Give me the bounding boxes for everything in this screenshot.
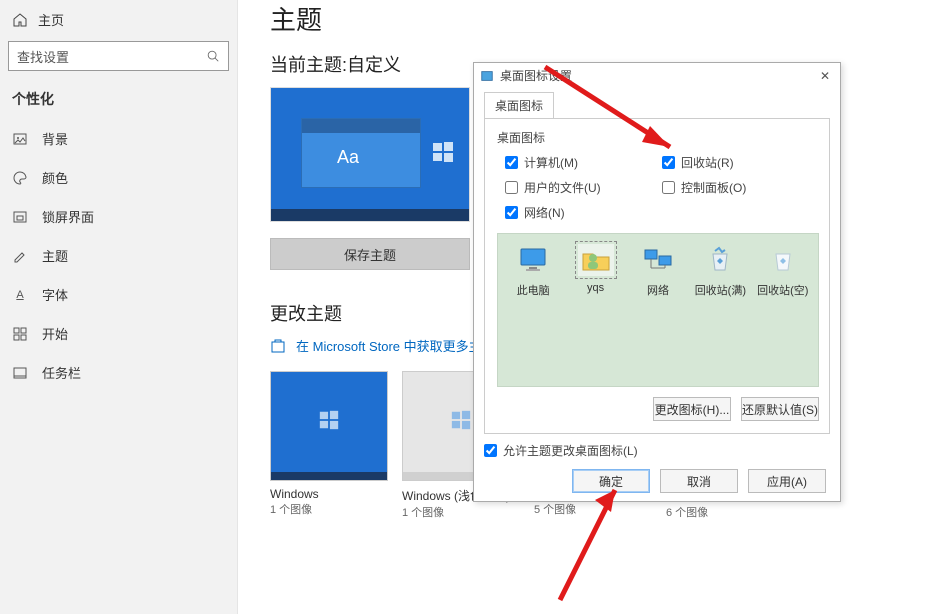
sidebar-item-label: 任务栏 [42, 363, 81, 382]
network-icon [640, 244, 676, 276]
icon-network[interactable]: 网络 [630, 244, 686, 298]
checkbox-computer[interactable]: 计算机(M) [505, 154, 662, 171]
checkbox-label: 网络(N) [524, 204, 565, 221]
icon-preview-area: 此电脑 yqs 网络 回收站(满) 回收站(空) [497, 233, 819, 387]
theme-info: 1 个图像 [270, 501, 388, 517]
theme-info: 6 个图像 [666, 504, 784, 520]
sidebar-item-label: 开始 [42, 324, 68, 343]
font-icon: A [12, 287, 28, 303]
page-title: 主题 [270, 0, 919, 37]
tab-desktop-icons[interactable]: 桌面图标 [484, 92, 554, 118]
icon-user-folder[interactable]: yqs [568, 244, 624, 294]
checkbox-network[interactable]: 网络(N) [505, 204, 662, 221]
home-icon [12, 12, 28, 28]
sidebar-item-label: 主题 [42, 246, 68, 265]
sidebar-item-font[interactable]: A 字体 [0, 275, 237, 314]
theme-name: Windows [270, 487, 388, 501]
icon-recyclebin-empty[interactable]: 回收站(空) [755, 244, 811, 298]
save-theme-label: 保存主题 [344, 245, 396, 264]
start-icon [12, 326, 28, 342]
change-icon-button[interactable]: 更改图标(H)... [653, 397, 731, 421]
sidebar-item-color[interactable]: 颜色 [0, 158, 237, 197]
icon-recyclebin-full[interactable]: 回收站(满) [692, 244, 748, 298]
windows-logo-icon [450, 409, 472, 431]
dialog-icon [480, 69, 494, 83]
store-icon [270, 338, 286, 354]
checkbox-label: 回收站(R) [681, 154, 734, 171]
checkbox-label: 用户的文件(U) [524, 179, 601, 196]
dialog-title: 桌面图标设置 [500, 67, 572, 84]
sidebar-item-background[interactable]: 背景 [0, 119, 237, 158]
checkbox-userfiles[interactable]: 用户的文件(U) [505, 179, 662, 196]
checkbox-controlpanel[interactable]: 控制面板(O) [662, 179, 819, 196]
recyclebin-full-icon [702, 244, 738, 276]
sidebar-item-taskbar[interactable]: 任务栏 [0, 353, 237, 392]
sidebar-item-theme[interactable]: 主题 [0, 236, 237, 275]
dialog-body: 桌面图标 计算机(M) 回收站(R) 用户的文件(U) 控制面板(O) 网络(N… [484, 118, 830, 434]
font-sample-icon: Aa [337, 147, 359, 168]
sidebar-item-label: 字体 [42, 285, 68, 304]
restore-defaults-button[interactable]: 还原默认值(S) [741, 397, 819, 421]
apply-button[interactable]: 应用(A) [748, 469, 826, 493]
group-label: 桌面图标 [497, 129, 819, 146]
sidebar-item-label: 背景 [42, 129, 68, 148]
sidebar-item-label: 锁屏界面 [42, 207, 94, 226]
allow-checkbox-input[interactable] [484, 444, 497, 457]
settings-sidebar: 主页 查找设置 个性化 背景 颜色 锁屏界面 主题 A 字体 开始 任务栏 [0, 0, 238, 614]
windows-logo-icon [431, 140, 455, 164]
brush-icon [12, 248, 28, 264]
palette-icon [12, 170, 28, 186]
dialog-titlebar: 桌面图标设置 ✕ [474, 63, 840, 86]
taskbar-icon [12, 365, 28, 381]
cancel-button[interactable]: 取消 [660, 469, 738, 493]
icon-this-pc[interactable]: 此电脑 [505, 244, 561, 298]
close-icon[interactable]: ✕ [816, 69, 834, 83]
theme-card-windows[interactable]: Windows 1 个图像 [270, 371, 388, 520]
current-theme-preview[interactable]: Aa [270, 87, 470, 222]
theme-info: 5 个图像 [534, 501, 652, 517]
search-placeholder: 查找设置 [17, 47, 69, 66]
search-icon [206, 49, 220, 63]
icon-label: 此电脑 [517, 282, 550, 298]
allow-theme-change-checkbox[interactable]: 允许主题更改桌面图标(L) [484, 442, 830, 459]
icon-label: 回收站(满) [695, 282, 746, 298]
store-link-label: 在 Microsoft Store 中获取更多主题 [296, 336, 495, 355]
sidebar-item-lockscreen[interactable]: 锁屏界面 [0, 197, 237, 236]
windows-logo-icon [318, 409, 340, 431]
icon-label: 网络 [647, 282, 669, 298]
user-folder-icon [578, 244, 614, 276]
checkbox-recyclebin[interactable]: 回收站(R) [662, 154, 819, 171]
save-theme-button[interactable]: 保存主题 [270, 238, 470, 270]
icon-label: yqs [587, 282, 604, 294]
allow-label: 允许主题更改桌面图标(L) [503, 442, 638, 459]
sidebar-item-label: 颜色 [42, 168, 68, 187]
recyclebin-empty-icon [765, 244, 801, 276]
sidebar-item-start[interactable]: 开始 [0, 314, 237, 353]
checkbox-label: 计算机(M) [524, 154, 578, 171]
sidebar-section-title: 个性化 [0, 81, 237, 119]
search-input[interactable]: 查找设置 [8, 41, 229, 71]
pc-icon [515, 244, 551, 276]
sidebar-home-label: 主页 [38, 10, 64, 29]
sidebar-home[interactable]: 主页 [0, 6, 237, 37]
theme-info: 1 个图像 [402, 504, 520, 520]
icon-label: 回收站(空) [757, 282, 808, 298]
lock-icon [12, 209, 28, 225]
ok-button[interactable]: 确定 [572, 469, 650, 493]
image-icon [12, 131, 28, 147]
desktop-icon-settings-dialog: 桌面图标设置 ✕ 桌面图标 桌面图标 计算机(M) 回收站(R) 用户的文件(U… [473, 62, 841, 502]
checkbox-label: 控制面板(O) [681, 179, 746, 196]
